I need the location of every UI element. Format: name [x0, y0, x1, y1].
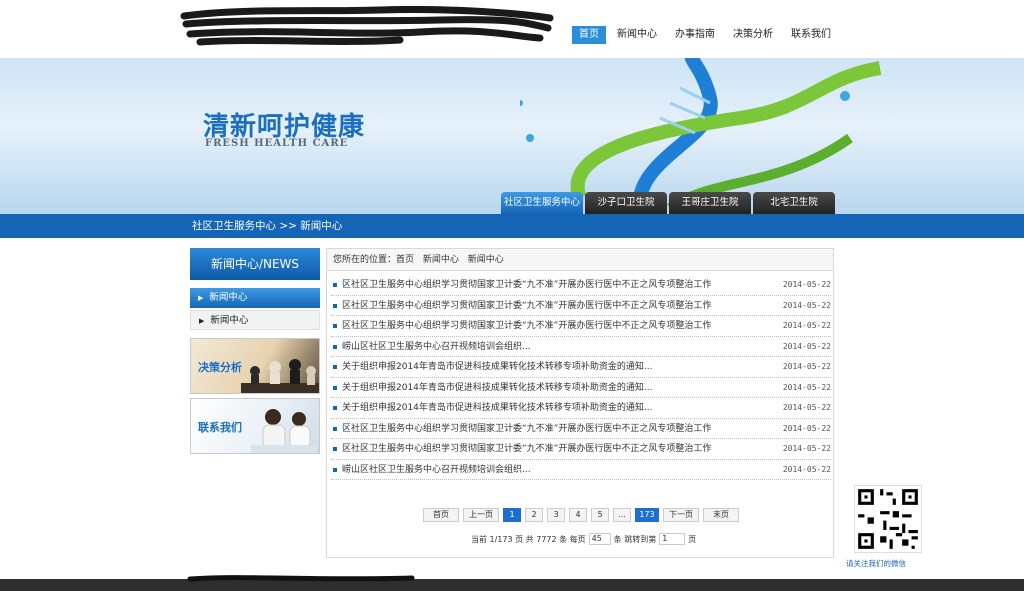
list-item[interactable]: 崂山区社区卫生服务中心召开视频培训会组织... 2014-05-22: [331, 337, 831, 357]
list-item[interactable]: 崂山区社区卫生服务中心召开视频培训会组织... 2014-05-22: [331, 460, 831, 480]
location-part[interactable]: 新闻中心: [468, 255, 504, 265]
pagination-status-mid: 条 跳转到第: [613, 534, 657, 544]
page-1-button[interactable]: 1: [503, 508, 521, 522]
operator-image: [251, 409, 317, 453]
tab-beizhai[interactable]: 北宅卫生院: [753, 192, 835, 214]
bullet-icon: [333, 344, 337, 349]
location-bar: 您所在的位置：首页 新闻中心 新闻中心: [327, 249, 833, 271]
per-page-input[interactable]: 45: [588, 533, 611, 545]
list-item[interactable]: 区社区卫生服务中心组织学习贯彻国家卫计委“九不准”开展办医行医中不正之风专项整治…: [331, 419, 831, 439]
promo-label: 联系我们: [198, 421, 242, 434]
list-item[interactable]: 关于组织申报2014年青岛市促进科技成果转化技术转移专项补助资金的通知... 20…: [331, 357, 831, 378]
tab-shazikou[interactable]: 沙子口卫生院: [585, 192, 667, 214]
news-date: 2014-05-22: [782, 280, 831, 289]
dna-helix-image: [520, 58, 882, 214]
news-date: 2014-05-22: [782, 444, 831, 453]
nav-home[interactable]: 首页: [572, 26, 606, 44]
page-4-button[interactable]: 4: [569, 508, 587, 522]
news-date: 2014-05-22: [782, 423, 831, 433]
sidebar-item-label: 新闻中心: [210, 315, 249, 326]
news-date: 2014-05-22: [782, 403, 831, 412]
bullet-icon: [333, 365, 337, 369]
pagination-status-prefix: 当前 1/173 页 共 7772 条 每页: [471, 534, 586, 544]
bullet-icon: [333, 426, 337, 431]
chess-pieces-image: [241, 359, 319, 393]
bullet-icon: [333, 283, 337, 287]
nav-news[interactable]: 新闻中心: [610, 26, 664, 44]
last-page-button[interactable]: 末页: [703, 508, 739, 522]
news-title[interactable]: 区社区卫生服务中心组织学习贯彻国家卫计委“九不准”开展办医行医中不正之风专项整治…: [342, 296, 777, 316]
tab-community-center[interactable]: 社区卫生服务中心: [501, 192, 583, 214]
list-item[interactable]: 关于组织申报2014年青岛市促进科技成果转化技术转移专项补助资金的通知... 20…: [331, 378, 831, 398]
location-part[interactable]: 新闻中心: [423, 255, 459, 265]
tab-wanggezhuang[interactable]: 王哥庄卫生院: [669, 192, 751, 214]
sidebar-item-news-2[interactable]: ▶ 新闻中心: [190, 310, 320, 330]
qr-caption: 请关注我们的微信: [846, 559, 906, 568]
bullet-icon: [333, 303, 337, 308]
news-title[interactable]: 崂山区社区卫生服务中心召开视频培训会组织...: [342, 337, 777, 357]
news-date: 2014-05-22: [782, 321, 831, 330]
news-panel: 您所在的位置：首页 新闻中心 新闻中心 区社区卫生服务中心组织学习贯彻国家卫计委…: [326, 248, 834, 558]
list-item[interactable]: 区社区卫生服务中心组织学习贯彻国家卫计委“九不准”开展办医行医中不正之风专项整治…: [331, 316, 831, 337]
sidebar-item-label: 新闻中心: [209, 292, 248, 303]
news-title[interactable]: 区社区卫生服务中心组织学习贯彻国家卫计委“九不准”开展办医行医中不正之风专项整治…: [342, 316, 777, 336]
news-title[interactable]: 关于组织申报2014年青岛市促进科技成果转化技术转移专项补助资金的通知...: [342, 398, 777, 418]
list-item[interactable]: 区社区卫生服务中心组织学习贯彻国家卫计委“九不准”开展办医行医中不正之风专项整治…: [331, 439, 831, 460]
page-3-button[interactable]: 3: [547, 508, 565, 522]
promo-decision-analysis[interactable]: 决策分析: [190, 338, 320, 394]
bullet-icon: [333, 406, 337, 410]
nav-guide[interactable]: 办事指南: [668, 26, 722, 44]
next-page-button[interactable]: 下一页: [663, 508, 699, 522]
page-5-button[interactable]: 5: [591, 508, 609, 522]
news-title[interactable]: 区社区卫生服务中心组织学习贯彻国家卫计委“九不准”开展办医行医中不正之风专项整治…: [342, 439, 777, 459]
breadcrumb: 社区卫生服务中心 >> 新闻中心: [0, 214, 1024, 238]
nav-analysis[interactable]: 决策分析: [726, 26, 780, 44]
promo-contact-us[interactable]: 联系我们: [190, 398, 320, 454]
page-ellipsis: ...: [613, 508, 631, 522]
promo-label: 决策分析: [198, 361, 242, 374]
triangle-icon: ▶: [198, 294, 204, 302]
bullet-icon: [333, 324, 337, 328]
news-date: 2014-05-22: [782, 382, 831, 392]
news-date: 2014-05-22: [782, 362, 831, 371]
pagination: 首页 上一页 1 2 3 4 5 ... 173 下一页 末页: [423, 508, 743, 522]
banner-subtitle: FRESH HEALTH CARE: [205, 138, 349, 149]
nav-contact[interactable]: 联系我们: [784, 26, 838, 44]
triangle-icon: ▶: [199, 317, 205, 325]
page-173-button[interactable]: 173: [635, 508, 659, 522]
jump-page-input[interactable]: 1: [659, 533, 686, 545]
news-title[interactable]: 区社区卫生服务中心组织学习贯彻国家卫计委“九不准”开展办医行医中不正之风专项整治…: [342, 419, 777, 439]
news-title[interactable]: 区社区卫生服务中心组织学习贯彻国家卫计委“九不准”开展办医行医中不正之风专项整治…: [342, 275, 777, 295]
list-item[interactable]: 区社区卫生服务中心组织学习贯彻国家卫计委“九不准”开展办医行医中不正之风专项整治…: [331, 296, 831, 316]
bullet-icon: [333, 385, 337, 390]
news-date: 2014-05-22: [782, 464, 831, 474]
pagination-status: 当前 1/173 页 共 7772 条 每页 45 条 跳转到第 1 页: [471, 533, 696, 545]
branch-tabs: 社区卫生服务中心 沙子口卫生院 王哥庄卫生院 北宅卫生院: [501, 192, 837, 214]
footer-redacted: [187, 575, 415, 582]
bullet-icon: [333, 447, 337, 451]
news-date: 2014-05-22: [782, 341, 831, 351]
sidebar-item-news[interactable]: ▶ 新闻中心: [190, 288, 320, 308]
sidebar-heading: 新闻中心/NEWS: [190, 248, 320, 280]
footer-bar: [0, 579, 1024, 591]
prev-page-button[interactable]: 上一页: [463, 508, 499, 522]
page-2-button[interactable]: 2: [525, 508, 543, 522]
site-logo-redacted: [180, 6, 554, 46]
news-date: 2014-05-22: [782, 300, 831, 310]
news-title[interactable]: 关于组织申报2014年青岛市促进科技成果转化技术转移专项补助资金的通知...: [342, 357, 777, 377]
first-page-button[interactable]: 首页: [423, 508, 459, 522]
news-title[interactable]: 关于组织申报2014年青岛市促进科技成果转化技术转移专项补助资金的通知...: [342, 378, 777, 398]
hero-banner: 清新呵护健康 FRESH HEALTH CARE: [0, 58, 1024, 214]
location-label[interactable]: 您所在的位置：首页: [333, 255, 414, 265]
list-item[interactable]: 关于组织申报2014年青岛市促进科技成果转化技术转移专项补助资金的通知... 20…: [331, 398, 831, 419]
bullet-icon: [333, 467, 337, 472]
list-item[interactable]: 区社区卫生服务中心组织学习贯彻国家卫计委“九不准”开展办医行医中不正之风专项整治…: [331, 275, 831, 296]
main-nav: 首页 新闻中心 办事指南 决策分析 联系我们: [568, 26, 838, 44]
wechat-qr-code: [854, 485, 922, 553]
news-title[interactable]: 崂山区社区卫生服务中心召开视频培训会组织...: [342, 460, 777, 480]
news-list: 区社区卫生服务中心组织学习贯彻国家卫计委“九不准”开展办医行医中不正之风专项整治…: [331, 275, 831, 480]
top-header: 首页 新闻中心 办事指南 决策分析 联系我们: [0, 0, 1024, 58]
pagination-status-suffix: 页: [688, 534, 697, 544]
